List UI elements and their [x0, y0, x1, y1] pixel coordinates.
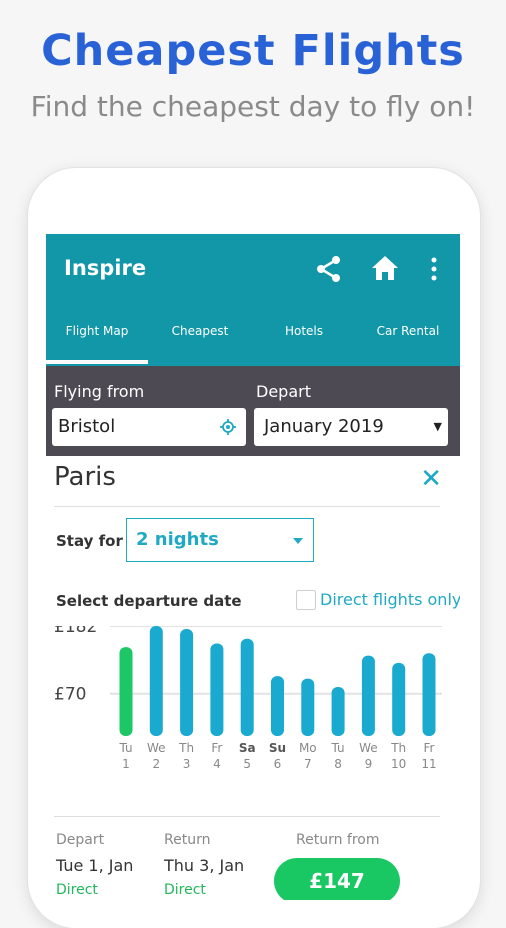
bar-date-label: 8: [334, 757, 342, 771]
price-chart: £182 £70 Tu 1 We 2 Th 3 Fr 4 Sa 5 Su 6 Mo 7 Tu 8 We 9 Th 10 Fr…: [54, 626, 442, 771]
stay-value: 2 nights: [136, 529, 219, 550]
price-label: Return from: [296, 832, 380, 848]
depart-summary-label: Depart: [56, 832, 105, 848]
return-summary-value: Thu 3, Jan: [164, 856, 245, 875]
tab-hotels[interactable]: Hotels: [252, 324, 356, 338]
select-date-label: Select departure date: [56, 592, 242, 610]
chart-tick-label: £182: [54, 626, 97, 637]
bar-date-label: 5: [243, 757, 251, 771]
bar-day-label: Th: [178, 741, 194, 755]
app-bar: Inspire Flight Map Cheapest Hotels Car R…: [46, 234, 460, 366]
bar-day-label: Mo: [299, 741, 317, 755]
home-icon[interactable]: [370, 254, 400, 282]
price-bar[interactable]: [422, 653, 436, 736]
price-bar[interactable]: [240, 638, 254, 736]
card-divider: [54, 506, 440, 507]
price-bar[interactable]: [301, 678, 315, 736]
more-vert-icon[interactable]: [424, 256, 444, 282]
bar-day-label: Fr: [424, 741, 435, 755]
depart-month-value: January 2019: [264, 416, 384, 437]
price-bar[interactable]: [180, 629, 194, 736]
depart-month-select[interactable]: January 2019 ▼: [254, 408, 448, 446]
bar-date-label: 9: [365, 757, 373, 771]
search-panel: Flying from Depart Bristol January 2019 …: [46, 366, 460, 456]
price-bar[interactable]: [271, 676, 284, 736]
bar-day-label: Sa: [239, 741, 256, 755]
bar-date-label: 6: [274, 757, 282, 771]
bar-day-label: Fr: [211, 741, 222, 755]
bar-day-label: Su: [269, 741, 286, 755]
stay-label: Stay for: [56, 532, 123, 550]
dropdown-caret-icon: ▼: [433, 420, 442, 433]
close-icon[interactable]: ✕: [420, 464, 442, 494]
return-summary-label: Return: [164, 832, 211, 848]
app-title: Inspire: [64, 256, 147, 280]
from-value: Bristol: [58, 416, 116, 437]
direct-only-checkbox[interactable]: [296, 590, 316, 610]
from-field[interactable]: Bristol: [52, 408, 246, 446]
depart-label: Depart: [256, 382, 311, 401]
tab-cheapest[interactable]: Cheapest: [148, 324, 252, 338]
chevron-down-icon: [293, 538, 303, 544]
depart-summary-value: Tue 1, Jan: [56, 856, 134, 875]
active-tab-indicator: [46, 360, 148, 364]
promo-subtitle: Find the cheapest day to fly on!: [30, 90, 476, 123]
price-bar[interactable]: [361, 655, 375, 736]
return-flight-type: Direct: [164, 882, 206, 898]
location-target-icon[interactable]: [220, 419, 236, 435]
price-bar[interactable]: [392, 662, 406, 736]
bar-date-label: 7: [304, 757, 312, 771]
bar-date-label: 3: [183, 757, 191, 771]
depart-flight-type: Direct: [56, 882, 98, 898]
bar-date-label: 4: [213, 757, 221, 771]
bar-date-label: 1: [122, 757, 130, 771]
bar-day-label: Th: [390, 741, 406, 755]
share-icon[interactable]: [314, 254, 344, 284]
bar-date-label: 11: [421, 757, 436, 771]
chart-tick-label: £70: [54, 685, 86, 705]
destination-name: Paris: [54, 462, 116, 492]
bar-day-label: We: [359, 741, 378, 755]
from-label: Flying from: [54, 382, 145, 401]
promo-title: Cheapest Flights: [41, 26, 465, 76]
price-bar[interactable]: [331, 687, 345, 736]
bar-day-label: We: [147, 741, 166, 755]
direct-only-label[interactable]: Direct flights only: [320, 590, 460, 609]
stay-duration-select[interactable]: 2 nights: [126, 518, 314, 562]
bar-date-label: 2: [152, 757, 160, 771]
bar-day-label: Tu: [331, 741, 345, 755]
app-screen: Inspire Flight Map Cheapest Hotels Car R…: [46, 234, 460, 900]
bar-date-label: 10: [391, 757, 406, 771]
price-bar[interactable]: [119, 647, 133, 736]
tab-flight-map[interactable]: Flight Map: [46, 324, 148, 338]
bar-day-label: Tu: [118, 741, 132, 755]
price-bar[interactable]: [149, 626, 163, 736]
tab-car-rental[interactable]: Car Rental: [356, 324, 460, 338]
destination-card: Paris ✕ Stay for 2 nights Select departu…: [50, 456, 460, 900]
price-button[interactable]: £147: [274, 858, 400, 900]
summary-divider: [54, 816, 440, 817]
price-bar[interactable]: [210, 643, 224, 736]
